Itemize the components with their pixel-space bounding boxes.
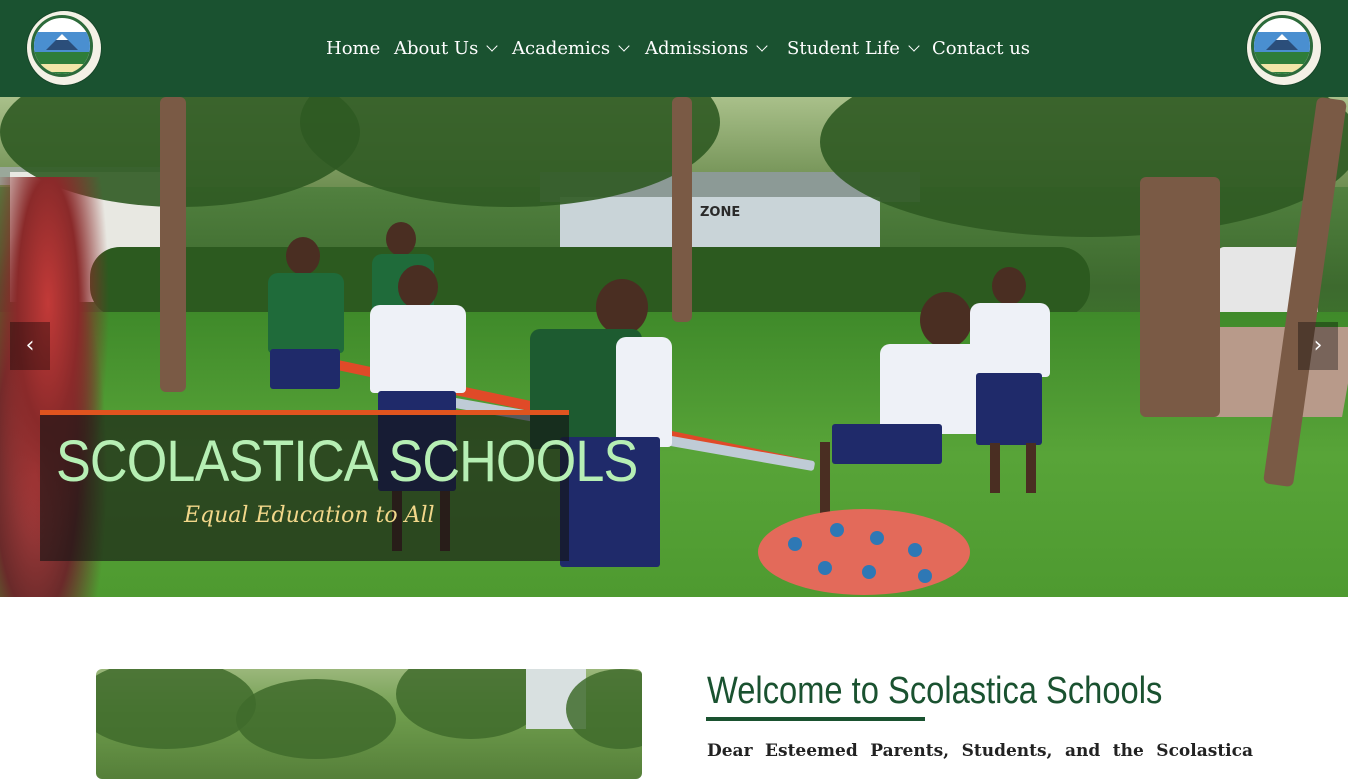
hero-caption: SCOLASTICA SCHOOLS Equal Education to Al… (40, 410, 638, 561)
site-header: Home About Us Academics Admissions Stude… (0, 0, 1348, 97)
hero-subtitle: Equal Education to All (184, 503, 435, 528)
school-logo-right[interactable] (1247, 11, 1321, 85)
nav-item-student-life[interactable]: Student Life (787, 36, 920, 62)
hero-slider: ZONE ‹ › SCOLASTICA SCHOOLS Equal Educat… (0, 97, 1348, 597)
nav-label: Home (326, 38, 381, 59)
slider-next-button[interactable]: › (1298, 322, 1338, 370)
chevron-down-icon (618, 40, 630, 52)
nav-label: Contact us (932, 38, 1031, 59)
hero-photo-tire (758, 509, 970, 595)
school-crest-icon (1251, 15, 1313, 77)
heading-underline (706, 717, 925, 721)
hero-sign-text: ZONE (700, 205, 741, 220)
nav-label: Student Life (787, 38, 900, 59)
chevron-down-icon (756, 40, 768, 52)
chevron-left-icon: ‹ (25, 333, 35, 358)
nav-item-admissions[interactable]: Admissions (645, 36, 768, 62)
welcome-paragraph: Dear Esteemed Parents, Students, and the… (707, 741, 1253, 761)
nav-item-academics[interactable]: Academics (512, 36, 630, 62)
slider-prev-button[interactable]: ‹ (10, 322, 50, 370)
welcome-photo (96, 669, 642, 779)
chevron-down-icon (486, 40, 498, 52)
nav-label: Admissions (645, 38, 749, 59)
hero-title: SCOLASTICA SCHOOLS (56, 429, 638, 494)
nav-label: Academics (512, 38, 611, 59)
nav-item-home[interactable]: Home (326, 36, 380, 62)
nav-item-about-us[interactable]: About Us (394, 36, 498, 62)
chevron-down-icon (908, 40, 920, 52)
welcome-heading: Welcome to Scolastica Schools (707, 670, 1163, 712)
nav-item-contact-us[interactable]: Contact us (932, 36, 1030, 62)
nav-label: About Us (394, 38, 479, 59)
main-nav: Home About Us Academics Admissions Stude… (0, 36, 1348, 64)
chevron-right-icon: › (1313, 333, 1323, 358)
